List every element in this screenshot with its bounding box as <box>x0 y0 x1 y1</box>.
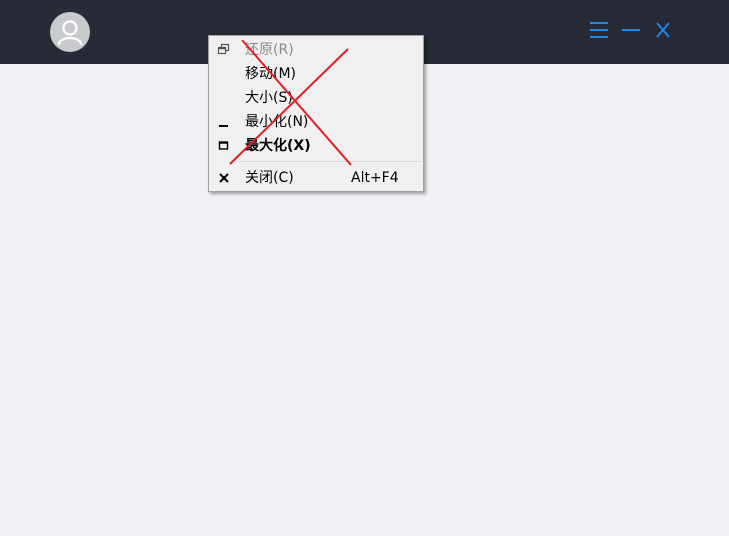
user-avatar-icon[interactable] <box>50 12 90 52</box>
menu-item-move[interactable]: 移动(M) <box>209 62 423 86</box>
maximize-icon <box>217 139 231 153</box>
menu-item-size[interactable]: 大小(S) <box>209 86 423 110</box>
restore-icon <box>217 43 231 57</box>
menu-item-label: 大小(S) <box>245 90 293 106</box>
menu-item-label: 还原(R) <box>245 42 294 58</box>
menu-item-close[interactable]: 关闭(C) Alt+F4 <box>209 166 423 190</box>
menu-item-label: 移动(M) <box>245 66 297 82</box>
minimize-button[interactable] <box>619 18 643 42</box>
menu-item-label: 最小化(N) <box>245 114 309 130</box>
shortcut-label: Alt+F4 <box>351 170 399 186</box>
hamburger-menu-icon[interactable] <box>587 18 611 42</box>
menu-item-label: 关闭(C) <box>245 170 294 186</box>
minimize-icon <box>622 29 640 31</box>
menu-item-minimize[interactable]: 最小化(N) <box>209 110 423 134</box>
close-button[interactable] <box>651 18 675 42</box>
menu-separator <box>239 161 421 162</box>
menu-item-label: 最大化(X) <box>245 138 311 154</box>
close-icon <box>656 22 670 38</box>
system-menu: 还原(R) 移动(M) 大小(S) 最小化(N) 最大化(X) 关闭(C) Al… <box>208 35 424 192</box>
menu-item-maximize[interactable]: 最大化(X) <box>209 134 423 158</box>
minimize-icon <box>217 115 231 129</box>
menu-item-restore[interactable]: 还原(R) <box>209 38 423 62</box>
close-icon <box>217 171 231 185</box>
